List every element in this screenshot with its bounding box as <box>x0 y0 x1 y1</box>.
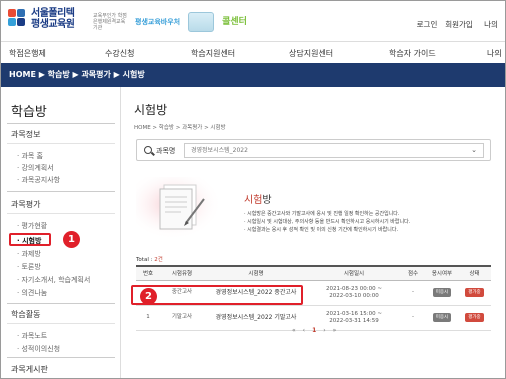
divider <box>7 303 115 304</box>
gnb-guide[interactable]: 학습자 가이드 <box>389 48 436 59</box>
partner-moe: 교육부인가 학점은행제원격교육기관 <box>93 13 127 31</box>
page-frame: 서울폴리텍 평생교육원 교육부인가 학점은행제원격교육기관 평생교육바우처 콜센… <box>0 0 506 379</box>
taken-badge: 미응시 <box>432 288 452 297</box>
cell-taken: 미응시 <box>426 280 458 306</box>
search-label: 과목명 <box>156 147 176 155</box>
main-content: 시험방 HOME > 학습방 > 과목평가 > 시험방 과목명 경영정보시스템_… <box>121 87 505 378</box>
divider <box>7 357 115 358</box>
cell-status: 평가중 <box>458 280 491 306</box>
total-count: Total : 2건 <box>136 257 163 263</box>
next-page-button[interactable]: › <box>323 327 325 334</box>
col-type: 시험유형 <box>160 266 204 281</box>
divider <box>7 213 115 214</box>
intro-bullet: · 시험결과는 응시 후 성적 확인 및 이의 신청 기간에 확인하시기 바랍니… <box>244 227 399 233</box>
sidebar-item-notes[interactable]: · 과목노트 <box>17 331 47 341</box>
sidebar-title: 학습방 <box>11 105 47 120</box>
course-search: 과목명 경영정보시스템_2022 ⌄ <box>136 139 491 161</box>
cell-no: 1 <box>136 305 160 331</box>
prev-page-button[interactable]: ‹ <box>303 327 305 334</box>
gnb-counseling[interactable]: 상담지원센터 <box>289 48 333 59</box>
intro-bullet: · 시험방은 중간고사와 기말고사에 응시 및 진행 일정 확인하는 공간입니다… <box>244 211 400 217</box>
cell-score: - <box>400 280 426 306</box>
gnb-enroll[interactable]: 수강신청 <box>105 48 134 59</box>
status-badge[interactable]: 평가중 <box>465 288 484 297</box>
last-page-button[interactable]: » <box>333 327 337 334</box>
sidebar-item-notice[interactable]: · 과목공지사항 <box>17 175 60 185</box>
divider <box>7 323 115 324</box>
col-status: 상태 <box>458 266 491 281</box>
status-badge[interactable]: 평가중 <box>465 313 484 322</box>
sidebar-item-opinion[interactable]: · 의견나눔 <box>17 288 47 298</box>
col-taken: 응시여부 <box>426 266 458 281</box>
sidebar-item-grade-appeal[interactable]: · 성적이의신청 <box>17 344 60 354</box>
global-nav: 학점은행제 수강신청 학습지원센터 상담지원센터 학습자 가이드 나의 <box>1 41 505 63</box>
sidebar-item-assignment[interactable]: · 과제방 <box>17 249 41 259</box>
cell-score: - <box>400 305 426 331</box>
intro-bullets: · 시험방은 중간고사와 기말고사에 응시 및 진행 일정 확인하는 공간입니다… <box>244 210 410 234</box>
breadcrumb-bar: HOME ▶ 학습방 ▶ 과목평가 ▶ 시험방 <box>1 63 505 87</box>
partner-callcenter: 콜센터 <box>222 17 247 27</box>
login-link[interactable]: 로그인 <box>411 19 443 30</box>
sidebar-head-board[interactable]: 과목게시판 <box>11 364 48 375</box>
divider <box>7 123 115 124</box>
search-icon <box>144 146 152 154</box>
taken-badge: 미응시 <box>432 313 452 322</box>
col-period: 시험일시 <box>308 266 400 281</box>
pagination: « ‹ 1 › » <box>292 327 336 334</box>
top-header: 서울폴리텍 평생교육원 교육부인가 학점은행제원격교육기관 평생교육바우처 콜센… <box>1 1 505 41</box>
partner-voucher: 평생교육바우처 <box>135 18 181 26</box>
sidebar-item-syllabus[interactable]: · 강의계획서 <box>17 163 54 173</box>
intro-title: 시험방 <box>244 195 272 206</box>
cell-type: 기말고사 <box>160 305 204 331</box>
course-select-value: 경영정보시스템_2022 <box>191 147 248 154</box>
page-number-current[interactable]: 1 <box>312 327 316 334</box>
course-select[interactable]: 경영정보시스템_2022 ⌄ <box>184 143 484 158</box>
intro-bullet: · 시험일시 및 시험대상, 주의사항 등을 반드시 확인하시고 응시하시기 바… <box>244 219 411 225</box>
my-link[interactable]: 나의 <box>475 19 505 30</box>
sidebar-item-eval-status[interactable]: · 평가현황 <box>17 221 47 231</box>
logo-line1: 서울폴리텍 <box>31 8 75 19</box>
step-badge-1: 1 <box>63 231 80 248</box>
top-links: 로그인 회원가입 나의 <box>411 19 505 30</box>
sidebar-item-self-intro[interactable]: · 자기소개서, 학습계획서 <box>17 275 90 285</box>
certification-badge-icon <box>188 12 215 32</box>
gnb-my[interactable]: 나의 <box>487 48 502 59</box>
sidebar-item-course-home[interactable]: · 과목 홈 <box>17 151 43 161</box>
first-page-button[interactable]: « <box>292 327 296 334</box>
logo-line2: 평생교육원 <box>31 19 75 30</box>
step-badge-2: 2 <box>140 288 157 305</box>
chevron-down-icon: ⌄ <box>471 146 477 154</box>
exam-illustration-icon <box>136 177 218 237</box>
partner-logos: 교육부인가 학점은행제원격교육기관 평생교육바우처 콜센터 <box>93 11 247 33</box>
logo-mark-icon <box>7 7 27 31</box>
sidebar-item-discussion[interactable]: · 토론방 <box>17 262 41 272</box>
breadcrumb: HOME > 학습방 > 과목평가 > 시험방 <box>134 125 226 131</box>
highlight-exam-room <box>9 233 51 246</box>
join-link[interactable]: 회원가입 <box>443 19 475 30</box>
cell-taken: 미응시 <box>426 305 458 331</box>
col-score: 점수 <box>400 266 426 281</box>
divider <box>7 191 115 192</box>
col-no: 번호 <box>136 266 160 281</box>
divider <box>7 143 115 144</box>
cell-status: 평가중 <box>458 305 491 331</box>
gnb-credit-bank[interactable]: 학점은행제 <box>9 48 46 59</box>
page-title: 시험방 <box>134 103 168 117</box>
sidebar-head-evaluation[interactable]: 과목평가 <box>11 199 40 210</box>
site-logo[interactable]: 서울폴리텍 평생교육원 <box>7 7 75 31</box>
gnb-learning-support[interactable]: 학습지원센터 <box>191 48 235 59</box>
sidebar-head-activities[interactable]: 학습활동 <box>11 309 40 320</box>
cell-period: 2021-08-23 00:00 ~2022-03-10 00:00 <box>308 280 400 306</box>
sidebar-head-course-info[interactable]: 과목정보 <box>11 129 40 140</box>
col-name: 시험명 <box>204 266 308 281</box>
table-header-row: 번호 시험유형 시험명 시험일시 점수 응시여부 상태 <box>136 266 491 281</box>
